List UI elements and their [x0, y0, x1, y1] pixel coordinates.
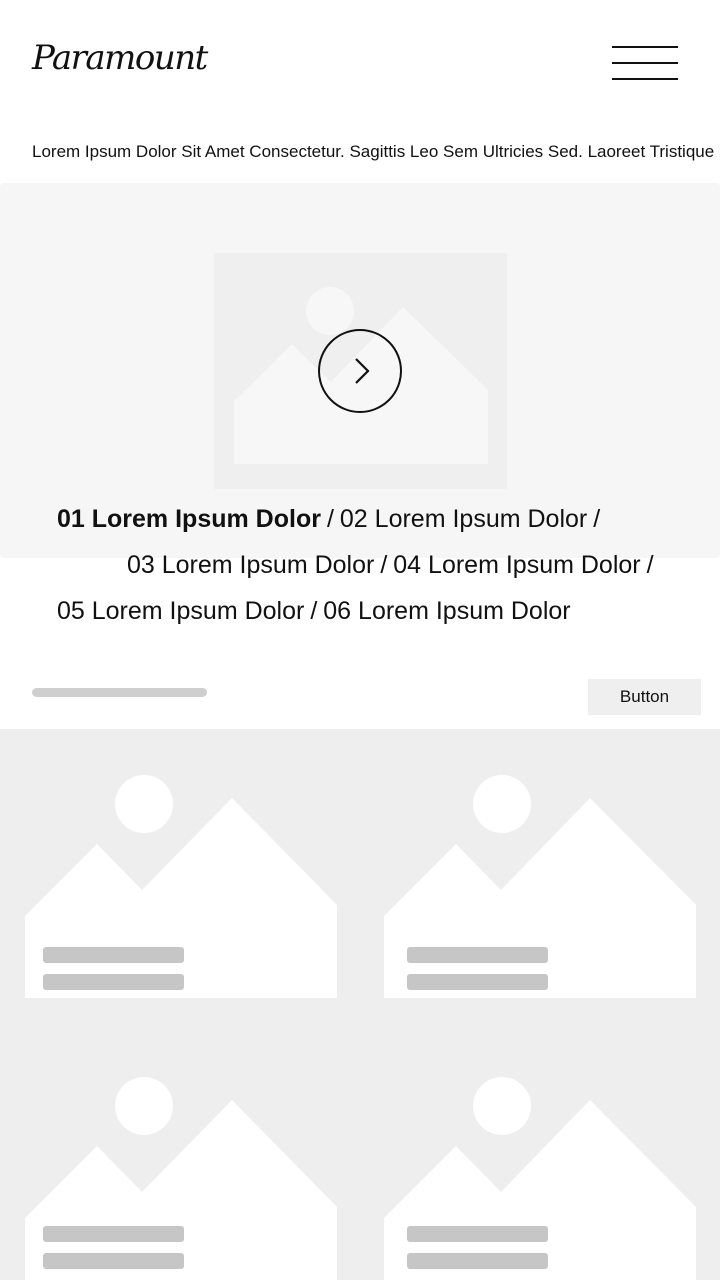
image-placeholder-icon [384, 1077, 696, 1280]
episode-03[interactable]: 03 Lorem Ipsum Dolor [127, 551, 374, 579]
separator: / [326, 505, 334, 533]
episode-row: 01 Lorem Ipsum Dolor/02 Lorem Ipsum Dolo… [57, 505, 606, 534]
content-card[interactable] [384, 1031, 696, 1280]
separator: / [646, 551, 654, 579]
episode-06[interactable]: 06 Lorem Ipsum Dolor [323, 597, 570, 625]
separator: / [310, 597, 318, 625]
subtitle-placeholder [43, 974, 184, 990]
episode-02[interactable]: 02 Lorem Ipsum Dolor [340, 505, 587, 533]
episode-05[interactable]: 05 Lorem Ipsum Dolor [57, 597, 304, 625]
subtitle-placeholder [43, 1253, 184, 1269]
content-card[interactable] [25, 729, 337, 999]
menu-line [612, 78, 678, 80]
subtitle-placeholder [407, 974, 548, 990]
action-button[interactable]: Button [588, 679, 701, 715]
content-card[interactable] [25, 1031, 337, 1280]
menu-line [612, 46, 678, 48]
episode-04[interactable]: 04 Lorem Ipsum Dolor [393, 551, 640, 579]
hamburger-menu-icon[interactable] [612, 46, 678, 80]
paramount-logo[interactable]: Paramount [32, 38, 208, 78]
title-placeholder [43, 1226, 184, 1242]
content-grid [0, 729, 720, 1280]
menu-line [612, 62, 678, 64]
content-card[interactable] [384, 729, 696, 999]
chevron-right-icon [355, 358, 370, 384]
image-placeholder-icon [25, 1077, 337, 1280]
episode-row: 03 Lorem Ipsum Dolor/04 Lorem Ipsum Dolo… [127, 551, 660, 580]
subtitle-placeholder [407, 1253, 548, 1269]
ticker-text: Lorem Ipsum Dolor Sit Amet Consectetur. … [32, 142, 715, 161]
progress-placeholder [32, 688, 207, 697]
separator: / [380, 551, 388, 579]
title-placeholder [43, 947, 184, 963]
title-placeholder [407, 1226, 548, 1242]
title-placeholder [407, 947, 548, 963]
hero-section [0, 183, 720, 558]
play-button[interactable] [318, 329, 402, 413]
episode-row: 05 Lorem Ipsum Dolor/06 Lorem Ipsum Dolo… [57, 597, 571, 626]
separator: / [593, 505, 601, 533]
hero-media[interactable] [214, 253, 507, 489]
episode-01[interactable]: 01 Lorem Ipsum Dolor [57, 505, 321, 533]
